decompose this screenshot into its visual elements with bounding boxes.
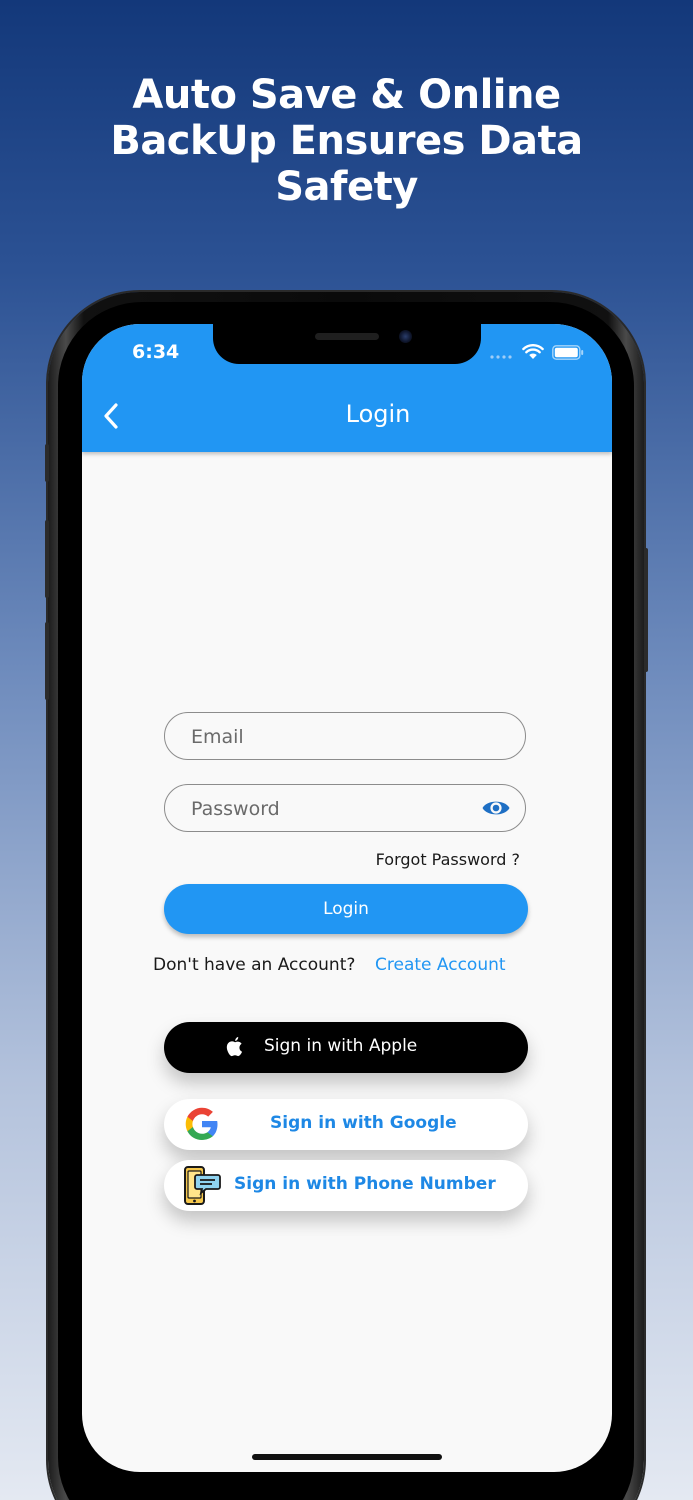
login-button[interactable]: Login bbox=[164, 884, 528, 934]
promo-heading-line-2: BackUp Ensures Data bbox=[110, 118, 583, 164]
apple-button-label: Sign in with Apple bbox=[264, 1036, 418, 1056]
power-button bbox=[644, 548, 648, 672]
account-prompt-text: Don't have an Account? bbox=[153, 955, 356, 975]
volume-down-button bbox=[45, 622, 49, 700]
google-button-label: Sign in with Google bbox=[270, 1113, 457, 1133]
phone-screen: 6:34 Login Email Forgot Password ? Login… bbox=[82, 324, 612, 1472]
password-input[interactable] bbox=[189, 785, 473, 832]
status-time: 6:34 bbox=[132, 341, 180, 363]
volume-up-button bbox=[45, 520, 49, 598]
page-title: Login bbox=[345, 400, 411, 428]
signal-icon bbox=[490, 345, 514, 364]
phone-message-icon bbox=[184, 1166, 221, 1205]
home-indicator[interactable] bbox=[252, 1454, 442, 1460]
sign-in-with-apple-button[interactable]: Sign in with Apple bbox=[164, 1022, 528, 1073]
earpiece bbox=[315, 333, 379, 340]
status-icons bbox=[490, 344, 584, 364]
sign-in-with-phone-button[interactable]: Sign in with Phone Number bbox=[164, 1160, 528, 1211]
toggle-password-visibility-button[interactable] bbox=[481, 794, 511, 822]
front-camera bbox=[399, 330, 412, 343]
wifi-icon bbox=[522, 344, 544, 364]
forgot-password-link[interactable]: Forgot Password ? bbox=[342, 850, 520, 869]
phone-button-label: Sign in with Phone Number bbox=[234, 1174, 496, 1194]
email-input[interactable] bbox=[189, 713, 473, 760]
sign-in-with-google-button[interactable]: Sign in with Google bbox=[164, 1099, 528, 1150]
apple-logo-icon bbox=[226, 1036, 243, 1057]
create-account-link[interactable]: Create Account bbox=[375, 955, 506, 975]
notch bbox=[213, 324, 481, 364]
password-field-wrapper bbox=[164, 784, 526, 832]
promo-heading: Auto Save & Online BackUp Ensures Data S… bbox=[0, 72, 693, 210]
promo-heading-line-1: Auto Save & Online bbox=[132, 72, 561, 118]
battery-icon bbox=[552, 344, 584, 364]
email-field-wrapper bbox=[164, 712, 526, 760]
promo-heading-line-3: Safety bbox=[275, 164, 418, 210]
mute-switch bbox=[45, 444, 49, 482]
eye-icon bbox=[482, 801, 510, 815]
google-logo-icon bbox=[185, 1107, 218, 1140]
